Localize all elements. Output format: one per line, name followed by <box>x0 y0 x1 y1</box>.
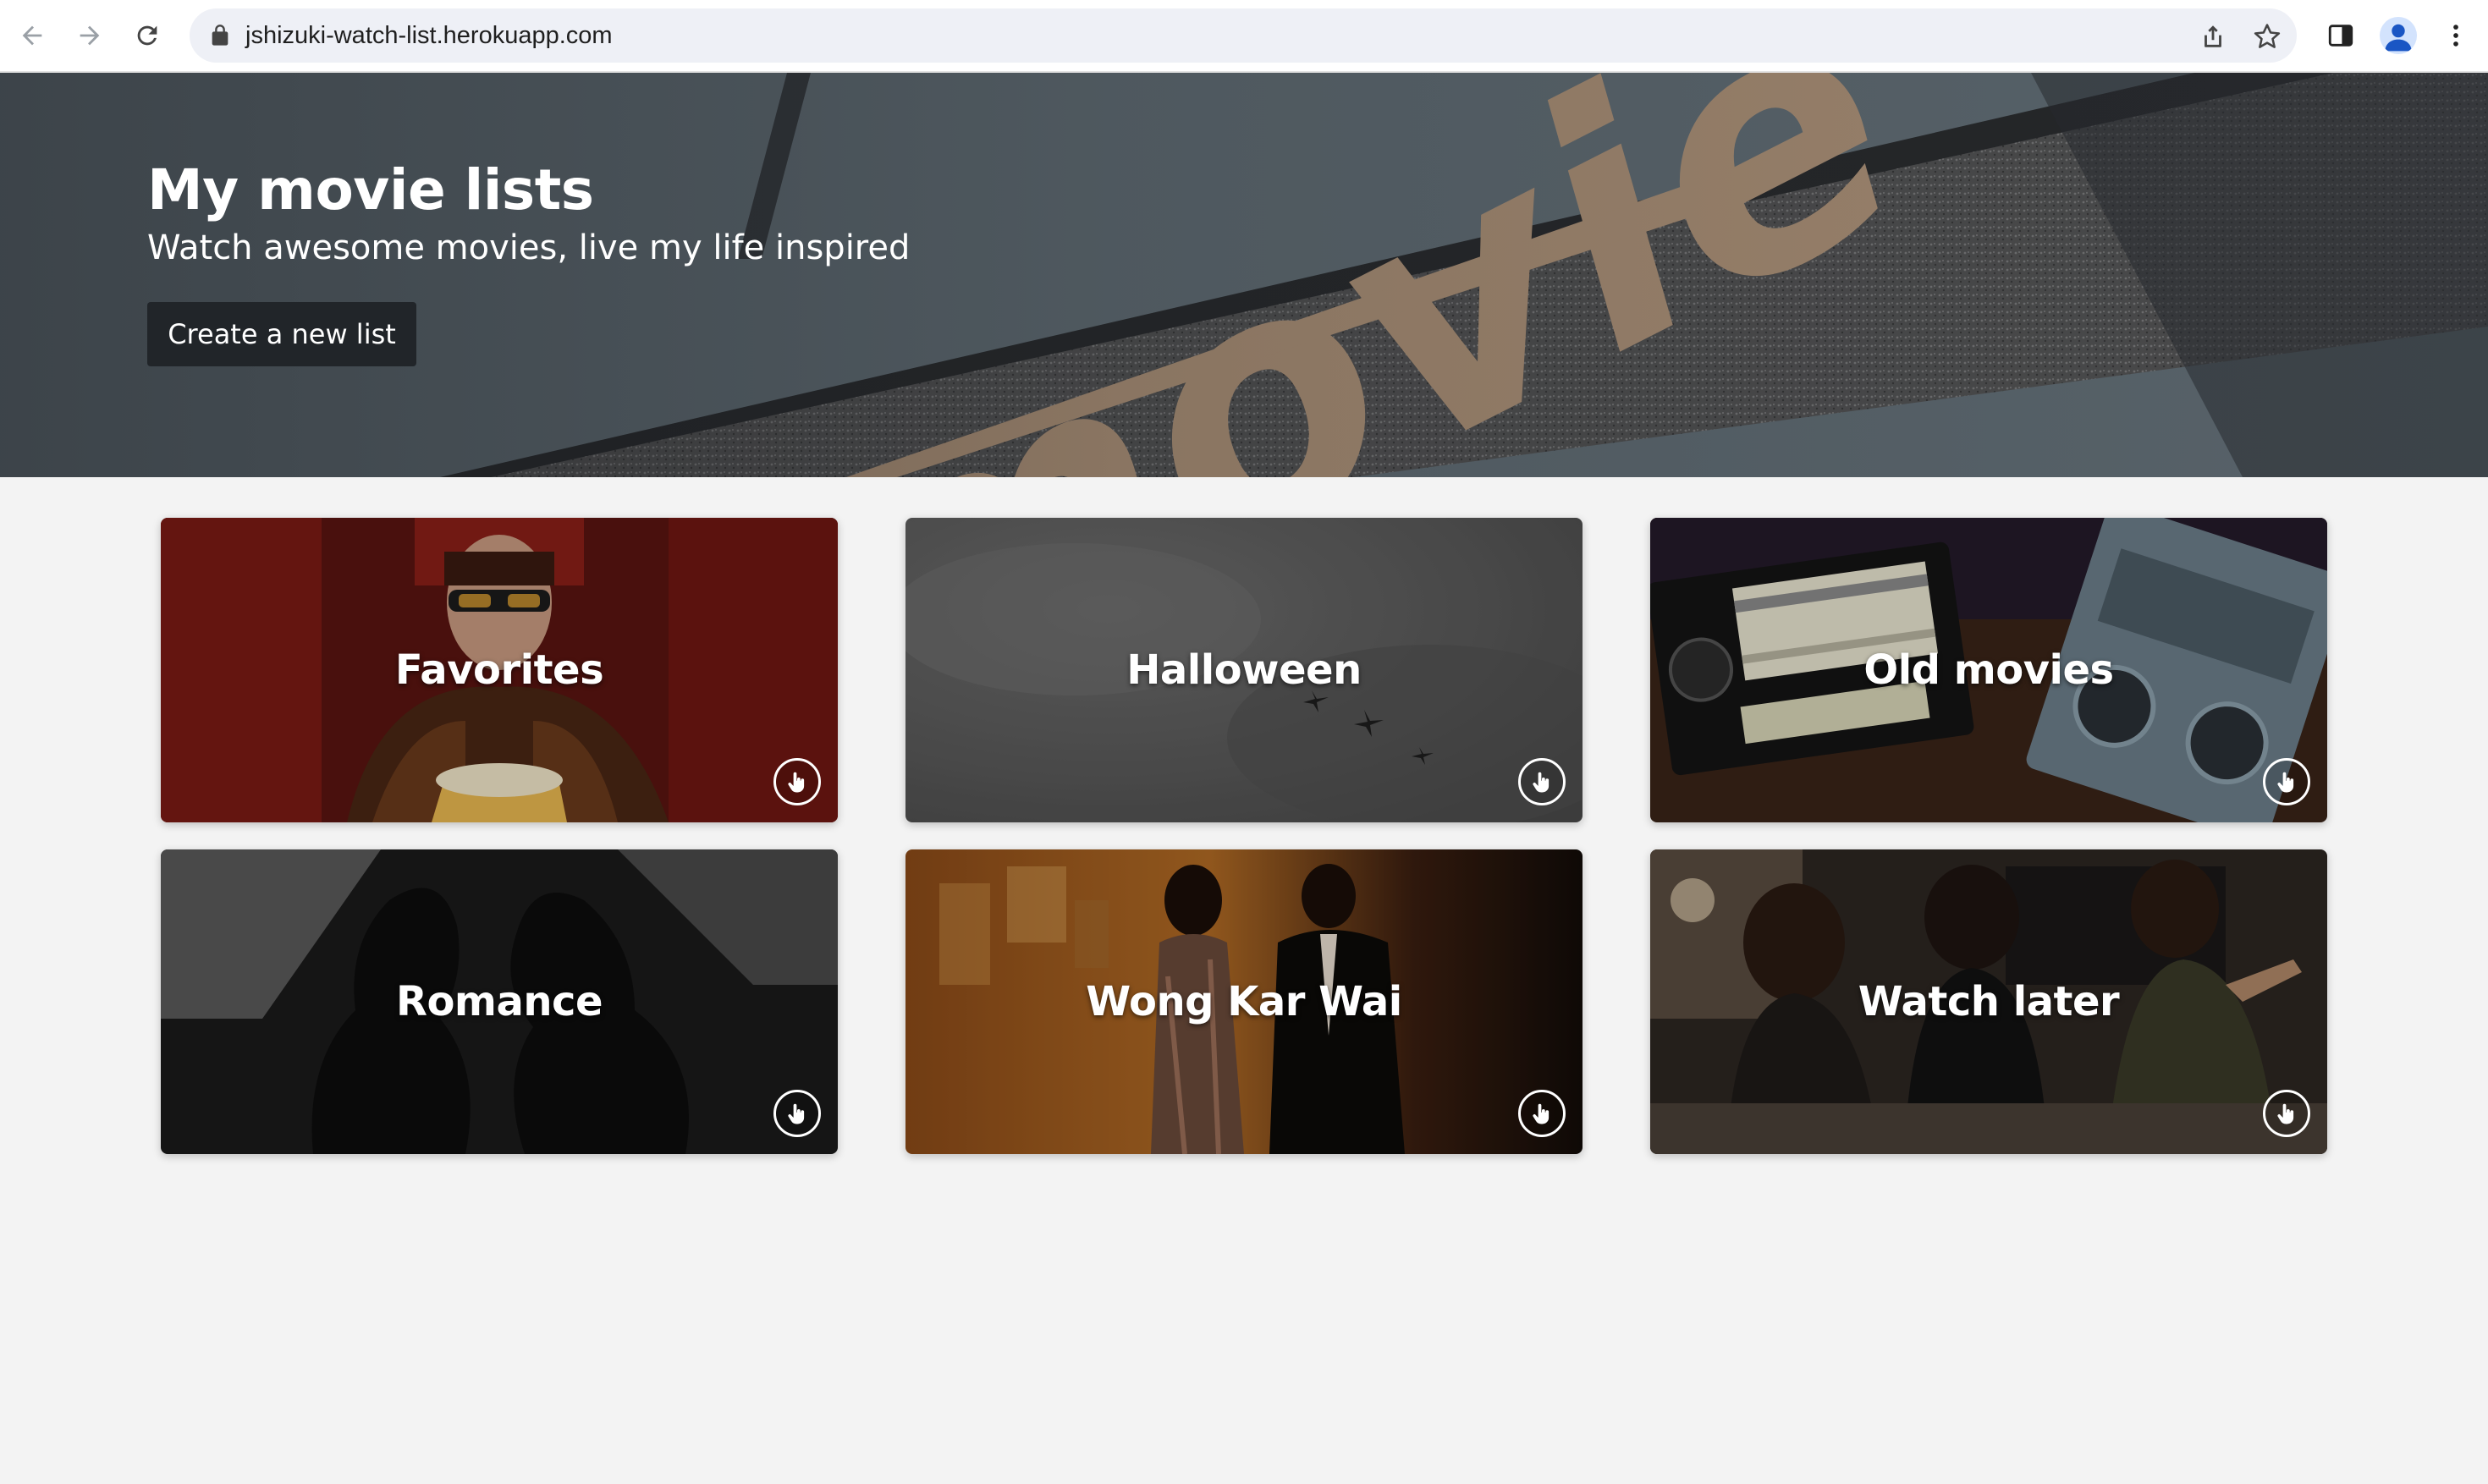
list-card-romance[interactable]: Romance <box>161 849 838 1154</box>
list-card-old-movies[interactable]: Old movies <box>1650 518 2327 822</box>
list-title: Watch later <box>1858 978 2120 1025</box>
list-title: Romance <box>395 978 603 1025</box>
forward-button[interactable] <box>69 15 110 56</box>
hand-pointer-icon[interactable] <box>773 1090 821 1137</box>
list-title: Favorites <box>394 646 604 694</box>
reload-icon <box>137 25 157 46</box>
side-panel-icon <box>2328 25 2353 47</box>
address-bar[interactable]: jshizuki-watch-list.herokuapp.com <box>190 8 2297 63</box>
page-title: My movie lists <box>147 157 594 223</box>
list-card-halloween[interactable]: Halloween <box>905 518 1583 822</box>
list-title: Halloween <box>1126 646 1362 694</box>
side-panel-button[interactable] <box>2324 19 2358 52</box>
profile-avatar[interactable] <box>2380 17 2417 54</box>
forward-arrow-icon <box>80 25 100 46</box>
url-text: jshizuki-watch-list.herokuapp.com <box>245 22 613 49</box>
hand-pointer-icon[interactable] <box>773 758 821 805</box>
hand-pointer-icon[interactable] <box>1518 758 1566 805</box>
lock-icon <box>212 25 228 46</box>
reload-button[interactable] <box>127 15 168 56</box>
more-menu-button[interactable] <box>2439 19 2473 52</box>
page-subtitle: Watch awesome movies, live my life inspi… <box>147 228 911 267</box>
share-icon[interactable] <box>2199 22 2227 51</box>
hero-banner: movie My movie lists Watch awesome movie… <box>0 73 2488 477</box>
back-arrow-icon <box>22 25 42 46</box>
list-title: Wong Kar Wai <box>1086 978 1402 1025</box>
hand-pointer-icon[interactable] <box>1518 1090 1566 1137</box>
profile-icon <box>2385 24 2412 52</box>
back-button[interactable] <box>12 15 52 56</box>
list-card-watch-later[interactable]: Watch later <box>1650 849 2327 1154</box>
list-title: Old movies <box>1863 646 2114 694</box>
create-new-list-button[interactable]: Create a new list <box>147 302 416 366</box>
list-card-wong-kar-wai[interactable]: Wong Kar Wai <box>905 849 1583 1154</box>
list-card-favorites[interactable]: Favorites <box>161 518 838 822</box>
hand-pointer-icon[interactable] <box>2263 758 2310 805</box>
hand-pointer-icon[interactable] <box>2263 1090 2310 1137</box>
star-icon[interactable] <box>2253 22 2282 51</box>
more-vert-icon <box>2453 25 2458 47</box>
browser-toolbar: jshizuki-watch-list.herokuapp.com <box>0 0 2488 73</box>
